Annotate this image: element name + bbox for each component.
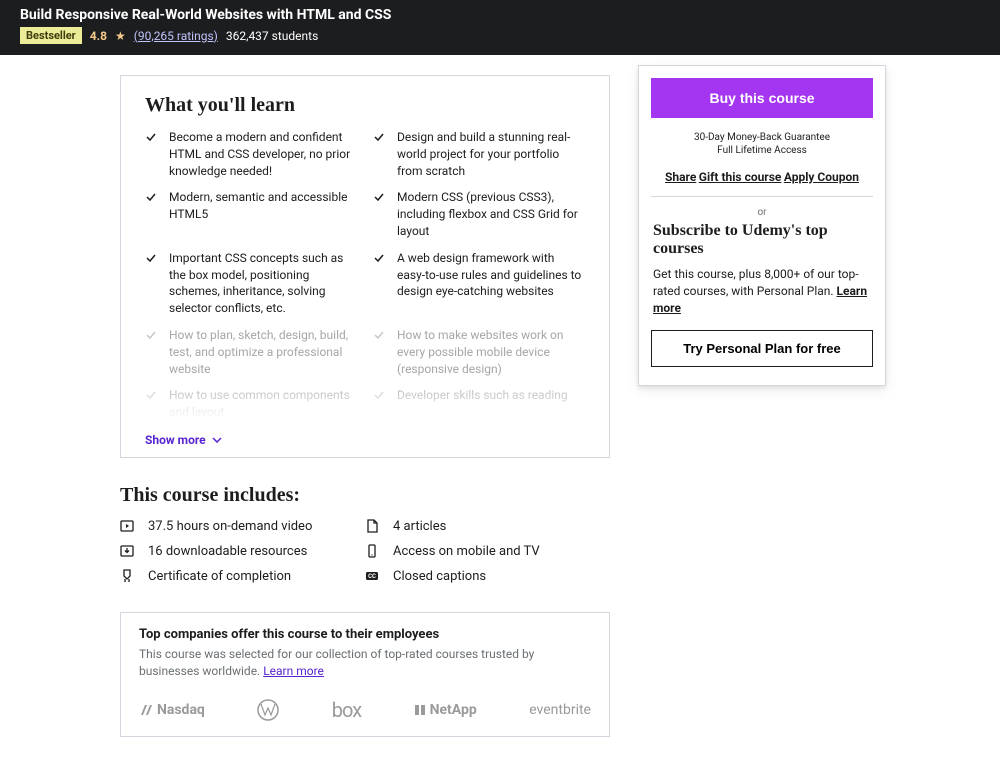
lifetime-access-text: Full Lifetime Access	[639, 145, 885, 156]
includes-item: 4 articles	[365, 519, 610, 534]
vw-logo	[257, 699, 279, 721]
includes-item-text: 16 downloadable resources	[148, 544, 307, 559]
includes-item: Access on mobile and TV	[365, 544, 610, 559]
box-logo: box	[332, 698, 361, 722]
netapp-logo: NetApp	[414, 702, 477, 718]
check-icon	[145, 329, 157, 377]
includes-heading: This course includes:	[120, 484, 610, 507]
wyl-heading: What you'll learn	[145, 94, 585, 117]
students-count: 362,437 students	[226, 29, 318, 43]
show-more-button[interactable]: Show more	[145, 433, 585, 447]
article-icon	[365, 519, 379, 533]
eventbrite-logo: eventbrite	[529, 702, 591, 718]
video-icon	[120, 519, 134, 533]
purchase-sidebar: Buy this course 30-Day Money-Back Guaran…	[638, 65, 886, 386]
includes-item-text: Access on mobile and TV	[393, 544, 540, 559]
check-icon	[373, 191, 385, 239]
chevron-down-icon	[212, 437, 222, 443]
course-title: Build Responsive Real-World Websites wit…	[20, 7, 980, 23]
share-link[interactable]: Share	[665, 170, 696, 184]
company-logos-row: Nasdaq box NetApp eventbrite	[139, 698, 591, 722]
wyl-item: How to make websites work on every possi…	[373, 327, 585, 377]
wyl-item-text: How to plan, sketch, design, build, test…	[169, 327, 357, 377]
money-back-text: 30-Day Money-Back Guarantee	[639, 132, 885, 143]
mobile-icon	[365, 544, 379, 558]
wyl-item: A web design framework with easy-to-use …	[373, 250, 585, 317]
includes-item-text: 37.5 hours on-demand video	[148, 519, 312, 534]
check-icon	[145, 191, 157, 239]
apply-coupon-link[interactable]: Apply Coupon	[784, 170, 859, 184]
check-icon	[145, 252, 157, 317]
check-icon	[145, 131, 157, 179]
or-divider: or	[639, 207, 885, 218]
ratings-link[interactable]: (90,265 ratings)	[134, 29, 218, 43]
wyl-item-text: Important CSS concepts such as the box m…	[169, 250, 357, 317]
includes-item-text: Closed captions	[393, 569, 486, 584]
gift-course-link[interactable]: Gift this course	[699, 170, 782, 184]
wyl-item: Design and build a stunning real-world p…	[373, 129, 585, 179]
wyl-item-text: How to make websites work on every possi…	[397, 327, 585, 377]
top-companies-learn-more[interactable]: Learn more	[263, 664, 324, 678]
top-companies-desc: This course was selected for our collect…	[139, 646, 591, 680]
wyl-item: Become a modern and confident HTML and C…	[145, 129, 357, 179]
fade-mask	[122, 379, 608, 419]
wyl-item-text: Modern, semantic and accessible HTML5	[169, 189, 357, 239]
top-companies-heading: Top companies offer this course to their…	[139, 627, 591, 642]
what-youll-learn-box: What you'll learn Become a modern and co…	[120, 75, 610, 458]
download-icon	[120, 544, 134, 558]
bestseller-badge: Bestseller	[20, 27, 82, 44]
check-icon	[373, 252, 385, 317]
star-icon: ★	[115, 29, 126, 43]
wyl-item: How to plan, sketch, design, build, test…	[145, 327, 357, 377]
includes-item: 16 downloadable resources	[120, 544, 365, 559]
rating-value: 4.8	[90, 29, 107, 43]
course-includes: This course includes: 37.5 hours on-dema…	[120, 484, 610, 584]
top-companies-box: Top companies offer this course to their…	[120, 612, 610, 737]
includes-item: Certificate of completion	[120, 569, 365, 584]
wyl-item-text: A web design framework with easy-to-use …	[397, 250, 585, 317]
svg-text:CC: CC	[368, 574, 376, 581]
wyl-item: Modern CSS (previous CSS3), including fl…	[373, 189, 585, 239]
includes-item-text: Certificate of completion	[148, 569, 291, 584]
try-personal-plan-button[interactable]: Try Personal Plan for free	[651, 330, 873, 367]
includes-item: 37.5 hours on-demand video	[120, 519, 365, 534]
check-icon	[373, 329, 385, 377]
wyl-item-text: Modern CSS (previous CSS3), including fl…	[397, 189, 585, 239]
show-more-label: Show more	[145, 433, 206, 447]
subscribe-desc: Get this course, plus 8,000+ of our top-…	[653, 266, 871, 316]
includes-item: CC Closed captions	[365, 569, 610, 584]
subscribe-heading: Subscribe to Udemy's top courses	[653, 222, 871, 258]
buy-course-button[interactable]: Buy this course	[651, 78, 873, 118]
wyl-item-text: Become a modern and confident HTML and C…	[169, 129, 357, 179]
main-content: What you'll learn Become a modern and co…	[0, 65, 620, 737]
course-meta-row: Bestseller 4.8 ★ (90,265 ratings) 362,43…	[20, 27, 980, 44]
nasdaq-logo: Nasdaq	[139, 702, 205, 718]
check-icon	[373, 131, 385, 179]
wyl-item: Important CSS concepts such as the box m…	[145, 250, 357, 317]
wyl-item-text: Design and build a stunning real-world p…	[397, 129, 585, 179]
wyl-item: Modern, semantic and accessible HTML5	[145, 189, 357, 239]
includes-item-text: 4 articles	[393, 519, 446, 534]
course-header: Build Responsive Real-World Websites wit…	[0, 0, 1000, 55]
